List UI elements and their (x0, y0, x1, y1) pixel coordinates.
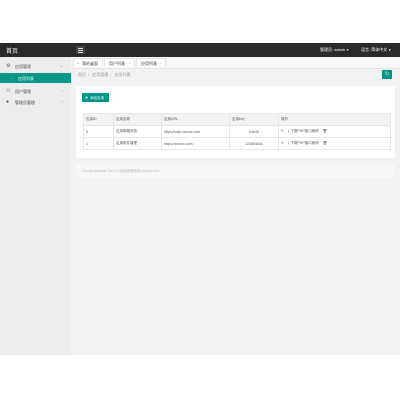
column-header: 应用名称 (113, 113, 162, 126)
edit-icon[interactable]: ✎ (281, 141, 284, 145)
column-header: 应用ID (83, 113, 114, 126)
cell-actions: ✎ ⤓ 下载PHP接口案例 🗑 (278, 137, 391, 150)
breadcrumb-separator: / (110, 72, 112, 77)
sidebar-item-label: 应用管理 (15, 64, 31, 69)
sidebar: ⚙ 应用管理 ⌄ › 应用列表 ⚇ 用户管理 ‹ ● 管理员管理 ‹ (0, 57, 71, 355)
menu-icon-line (78, 52, 83, 53)
tab-my-desktop[interactable]: ⌂ 我的桌面 (73, 58, 103, 67)
download-link[interactable]: ⤓ 下载PHP接口案例 (288, 129, 319, 133)
caret-down-icon: ▼ (346, 48, 350, 52)
sidebar-item-admin-management[interactable]: ● 管理员管理 ‹ (0, 97, 71, 107)
plus-icon: ⊕ (85, 95, 89, 100)
admin-label: 管理员: admin (320, 47, 346, 52)
download-label: 下载PHP接口案例 (290, 129, 319, 133)
sidebar-item-label: 用户管理 (15, 89, 31, 94)
home-icon: ⌂ (77, 61, 79, 65)
column-header: 操作 (278, 113, 391, 126)
menu-icon-line (78, 50, 83, 51)
chevron-down-icon: ⌄ (59, 63, 63, 68)
refresh-icon: ↻ (384, 71, 390, 77)
cell-name: 应用邮箱系统 (113, 125, 162, 138)
tab-label: 应用列表 (141, 61, 157, 66)
cell-key: 54646 (229, 125, 279, 138)
cell-name: 应用软件管理 (113, 137, 162, 150)
table-row: 1 应用软件管理 https://xxxxxx.com 123564644 ✎ … (83, 137, 391, 150)
column-header: 应用key (229, 113, 279, 126)
users-icon: ⚇ (6, 88, 11, 94)
sidebar-item-app-management[interactable]: ⚙ 应用管理 ⌄ (0, 61, 71, 71)
column-header: 应用URL (161, 113, 230, 126)
cell-id: 1 (83, 137, 114, 150)
language-dropdown[interactable]: 语言: 简体中文▼ (361, 47, 391, 53)
tab-user-list[interactable]: 用户列表 × (104, 58, 135, 67)
apps-table: 应用ID 应用名称 应用URL 应用key 操作 5 应用邮箱系统 https:… (83, 113, 391, 150)
tab-label: 我的桌面 (82, 61, 98, 66)
tab-bar: ⌂ 我的桌面 用户列表 × 应用列表 × (71, 57, 400, 69)
top-navbar: 首页 管理员: admin▼ 语言: 简体中文▼ (0, 43, 400, 57)
breadcrumb-item[interactable]: 应用管理 (92, 72, 108, 77)
footer-text: Fumao Member Sai 1.0 应用管理系统 xxxxxx.com (82, 169, 160, 173)
chevron-left-icon: ‹ (61, 99, 63, 104)
download-link[interactable]: ⤓ 下载PHP接口案例 (288, 141, 319, 145)
sidebar-item-label: 管理员管理 (15, 100, 35, 105)
footer: Fumao Member Sai 1.0 应用管理系统 xxxxxx.com (76, 164, 395, 178)
add-app-button[interactable]: ⊕ 添加应用 (82, 93, 109, 102)
menu-icon-line (78, 48, 83, 49)
breadcrumb: 首页 / 应用管理 / 应用列表 (78, 72, 133, 78)
close-icon[interactable]: × (129, 61, 131, 65)
cell-id: 5 (83, 125, 114, 138)
chevron-right-icon: › (12, 76, 13, 80)
gear-icon: ⚙ (6, 63, 11, 69)
admin-dropdown[interactable]: 管理员: admin▼ (320, 47, 349, 53)
sidebar-item-user-management[interactable]: ⚇ 用户管理 ‹ (0, 86, 71, 96)
logo-text[interactable]: 首页 (6, 46, 18, 55)
chevron-left-icon: ‹ (61, 88, 63, 93)
edit-icon[interactable]: ✎ (281, 129, 284, 133)
cell-actions: ✎ ⤓ 下载PHP接口案例 🗑 (278, 125, 391, 138)
language-label: 语言: 简体中文 (361, 47, 388, 52)
cell-url: https://xxxxxx.com (161, 137, 230, 150)
top-blank-area (0, 0, 400, 43)
cell-url: https://mail.xxxxxx.com (161, 125, 230, 138)
cell-key: 123564644 (229, 137, 279, 150)
tab-label: 用户列表 (109, 61, 125, 66)
tab-app-list[interactable]: 应用列表 × (136, 58, 166, 67)
delete-icon[interactable]: 🗑 (323, 129, 327, 133)
download-label: 下载PHP接口案例 (290, 141, 319, 145)
breadcrumb-item: 应用列表 (114, 72, 131, 77)
menu-toggle-button[interactable] (76, 46, 85, 54)
breadcrumb-item[interactable]: 首页 (78, 72, 86, 77)
refresh-button[interactable]: ↻ (382, 70, 392, 79)
delete-icon[interactable]: 🗑 (323, 141, 327, 145)
close-icon[interactable]: × (160, 61, 162, 65)
sidebar-subitem-label: 应用列表 (18, 76, 34, 81)
caret-down-icon: ▼ (388, 48, 392, 52)
sidebar-subitem-app-list[interactable]: › 应用列表 (0, 73, 71, 83)
breadcrumb-separator: / (88, 72, 90, 77)
table-header-row: 应用ID 应用名称 应用URL 应用key 操作 (83, 113, 391, 126)
add-app-label: 添加应用 (90, 95, 104, 100)
table-row: 5 应用邮箱系统 https://mail.xxxxxx.com 54646 ✎… (83, 125, 391, 138)
user-icon: ● (6, 99, 10, 105)
